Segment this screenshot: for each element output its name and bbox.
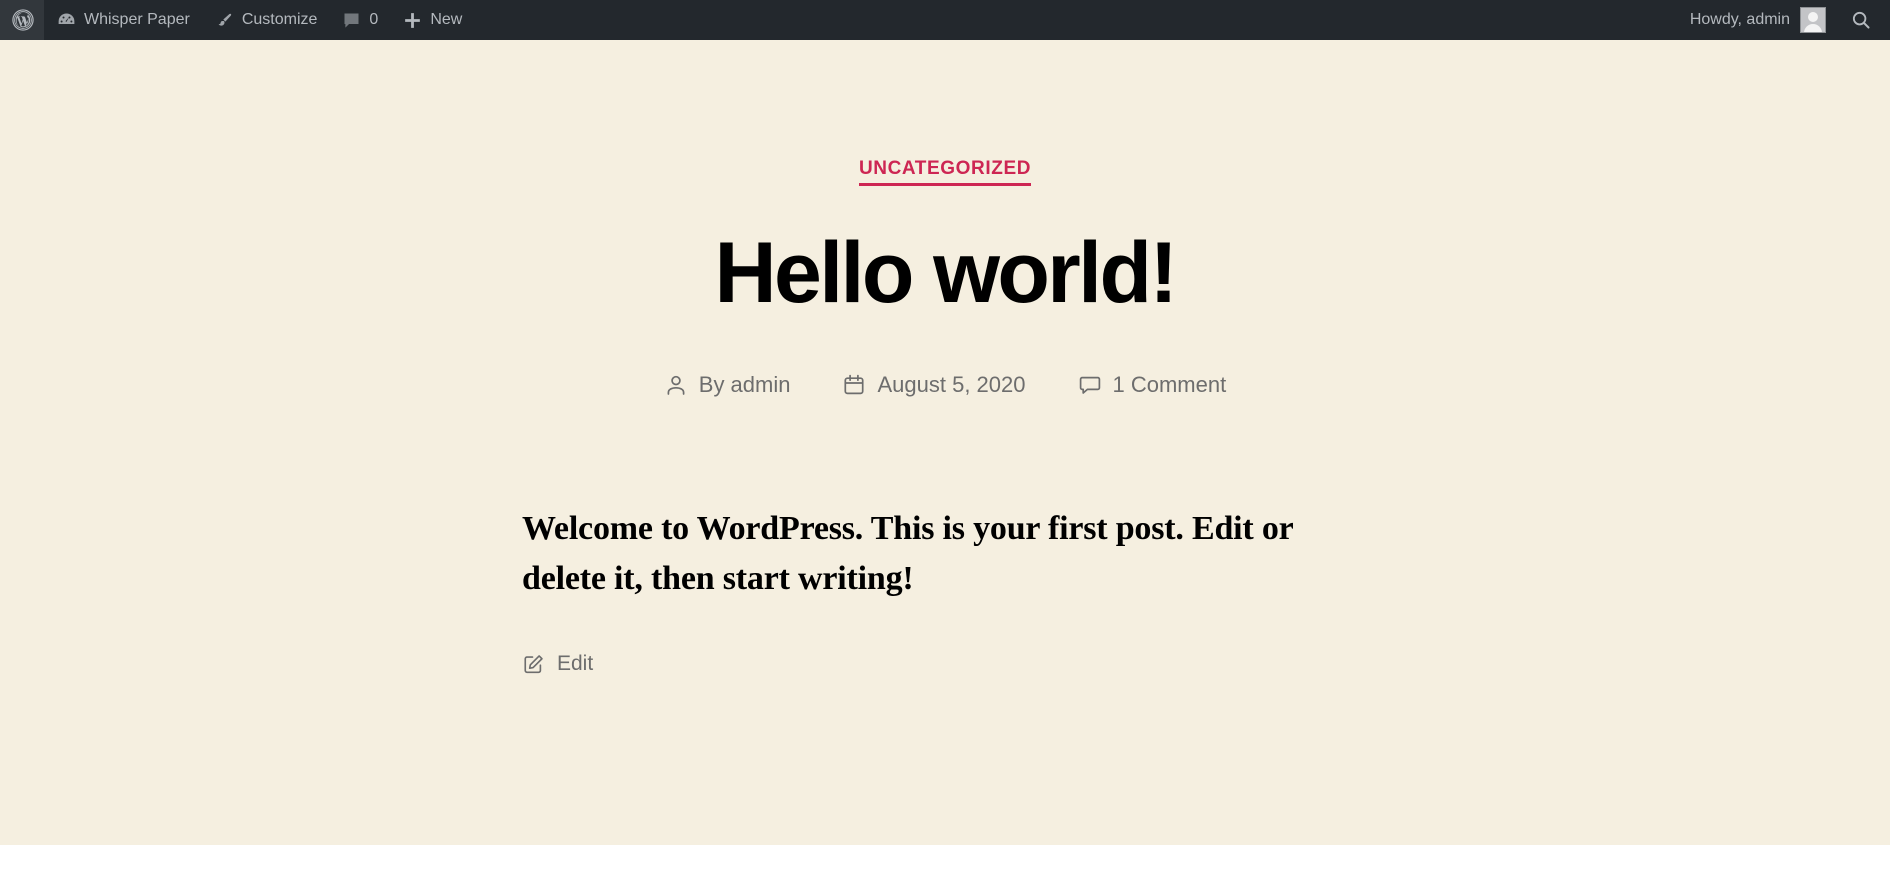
- howdy-label: Howdy, admin: [1689, 11, 1790, 28]
- avatar-icon: [1800, 7, 1826, 33]
- post-meta-comments[interactable]: 1 Comment: [1078, 371, 1227, 398]
- paintbrush-icon: [214, 10, 235, 31]
- edit-pencil-icon: [522, 653, 545, 676]
- customize-button[interactable]: Customize: [202, 0, 330, 40]
- edit-label: Edit: [557, 652, 594, 676]
- post-header: UNCATEGORIZED Hello world! By admin Augu…: [0, 40, 1890, 398]
- search-icon: [1850, 9, 1872, 31]
- post-meta-author: By admin: [664, 371, 791, 398]
- wordpress-logo-button[interactable]: [0, 0, 44, 40]
- page-bottom-strip: [0, 845, 1890, 883]
- calendar-icon: [842, 373, 866, 397]
- admin-bar-site-name[interactable]: Whisper Paper: [44, 0, 202, 40]
- comment-bubble-icon: [1078, 373, 1102, 397]
- site-name-label: Whisper Paper: [84, 11, 190, 28]
- site-content-area: UNCATEGORIZED Hello world! By admin Augu…: [0, 40, 1890, 845]
- admin-bar-left-group: Whisper Paper Customize 0 New: [0, 0, 474, 40]
- post-date-label: August 5, 2020: [877, 371, 1026, 397]
- post-comments-label: 1 Comment: [1112, 371, 1227, 397]
- user-icon: [664, 373, 688, 397]
- post-categories: UNCATEGORIZED: [0, 158, 1890, 186]
- category-link-uncategorized[interactable]: UNCATEGORIZED: [858, 158, 1032, 186]
- post-meta-date: August 5, 2020: [842, 371, 1026, 398]
- post-body-paragraph: Welcome to WordPress. This is your first…: [522, 509, 1293, 597]
- comments-button[interactable]: 0: [329, 0, 390, 40]
- plus-icon: [402, 10, 423, 31]
- edit-post-link[interactable]: Edit: [522, 652, 593, 676]
- admin-bar-right-group: Howdy, admin: [1678, 0, 1890, 40]
- my-account-button[interactable]: Howdy, admin: [1678, 0, 1836, 40]
- comments-count: 0: [369, 11, 379, 28]
- post-meta: By admin August 5, 2020 1 Comment: [0, 372, 1890, 398]
- customize-label: Customize: [241, 11, 318, 28]
- page-title: Hello world!: [714, 224, 1179, 321]
- post-author-label: By admin: [698, 371, 791, 397]
- dashboard-icon: [56, 10, 77, 31]
- comment-icon: [341, 10, 362, 31]
- new-content-button[interactable]: New: [390, 0, 474, 40]
- search-button[interactable]: [1836, 0, 1890, 40]
- new-label: New: [430, 11, 463, 28]
- wordpress-logo-icon: [12, 9, 34, 31]
- admin-bar: Whisper Paper Customize 0 New Howdy, adm…: [0, 0, 1890, 40]
- post-content: Welcome to WordPress. This is your first…: [515, 398, 1375, 681]
